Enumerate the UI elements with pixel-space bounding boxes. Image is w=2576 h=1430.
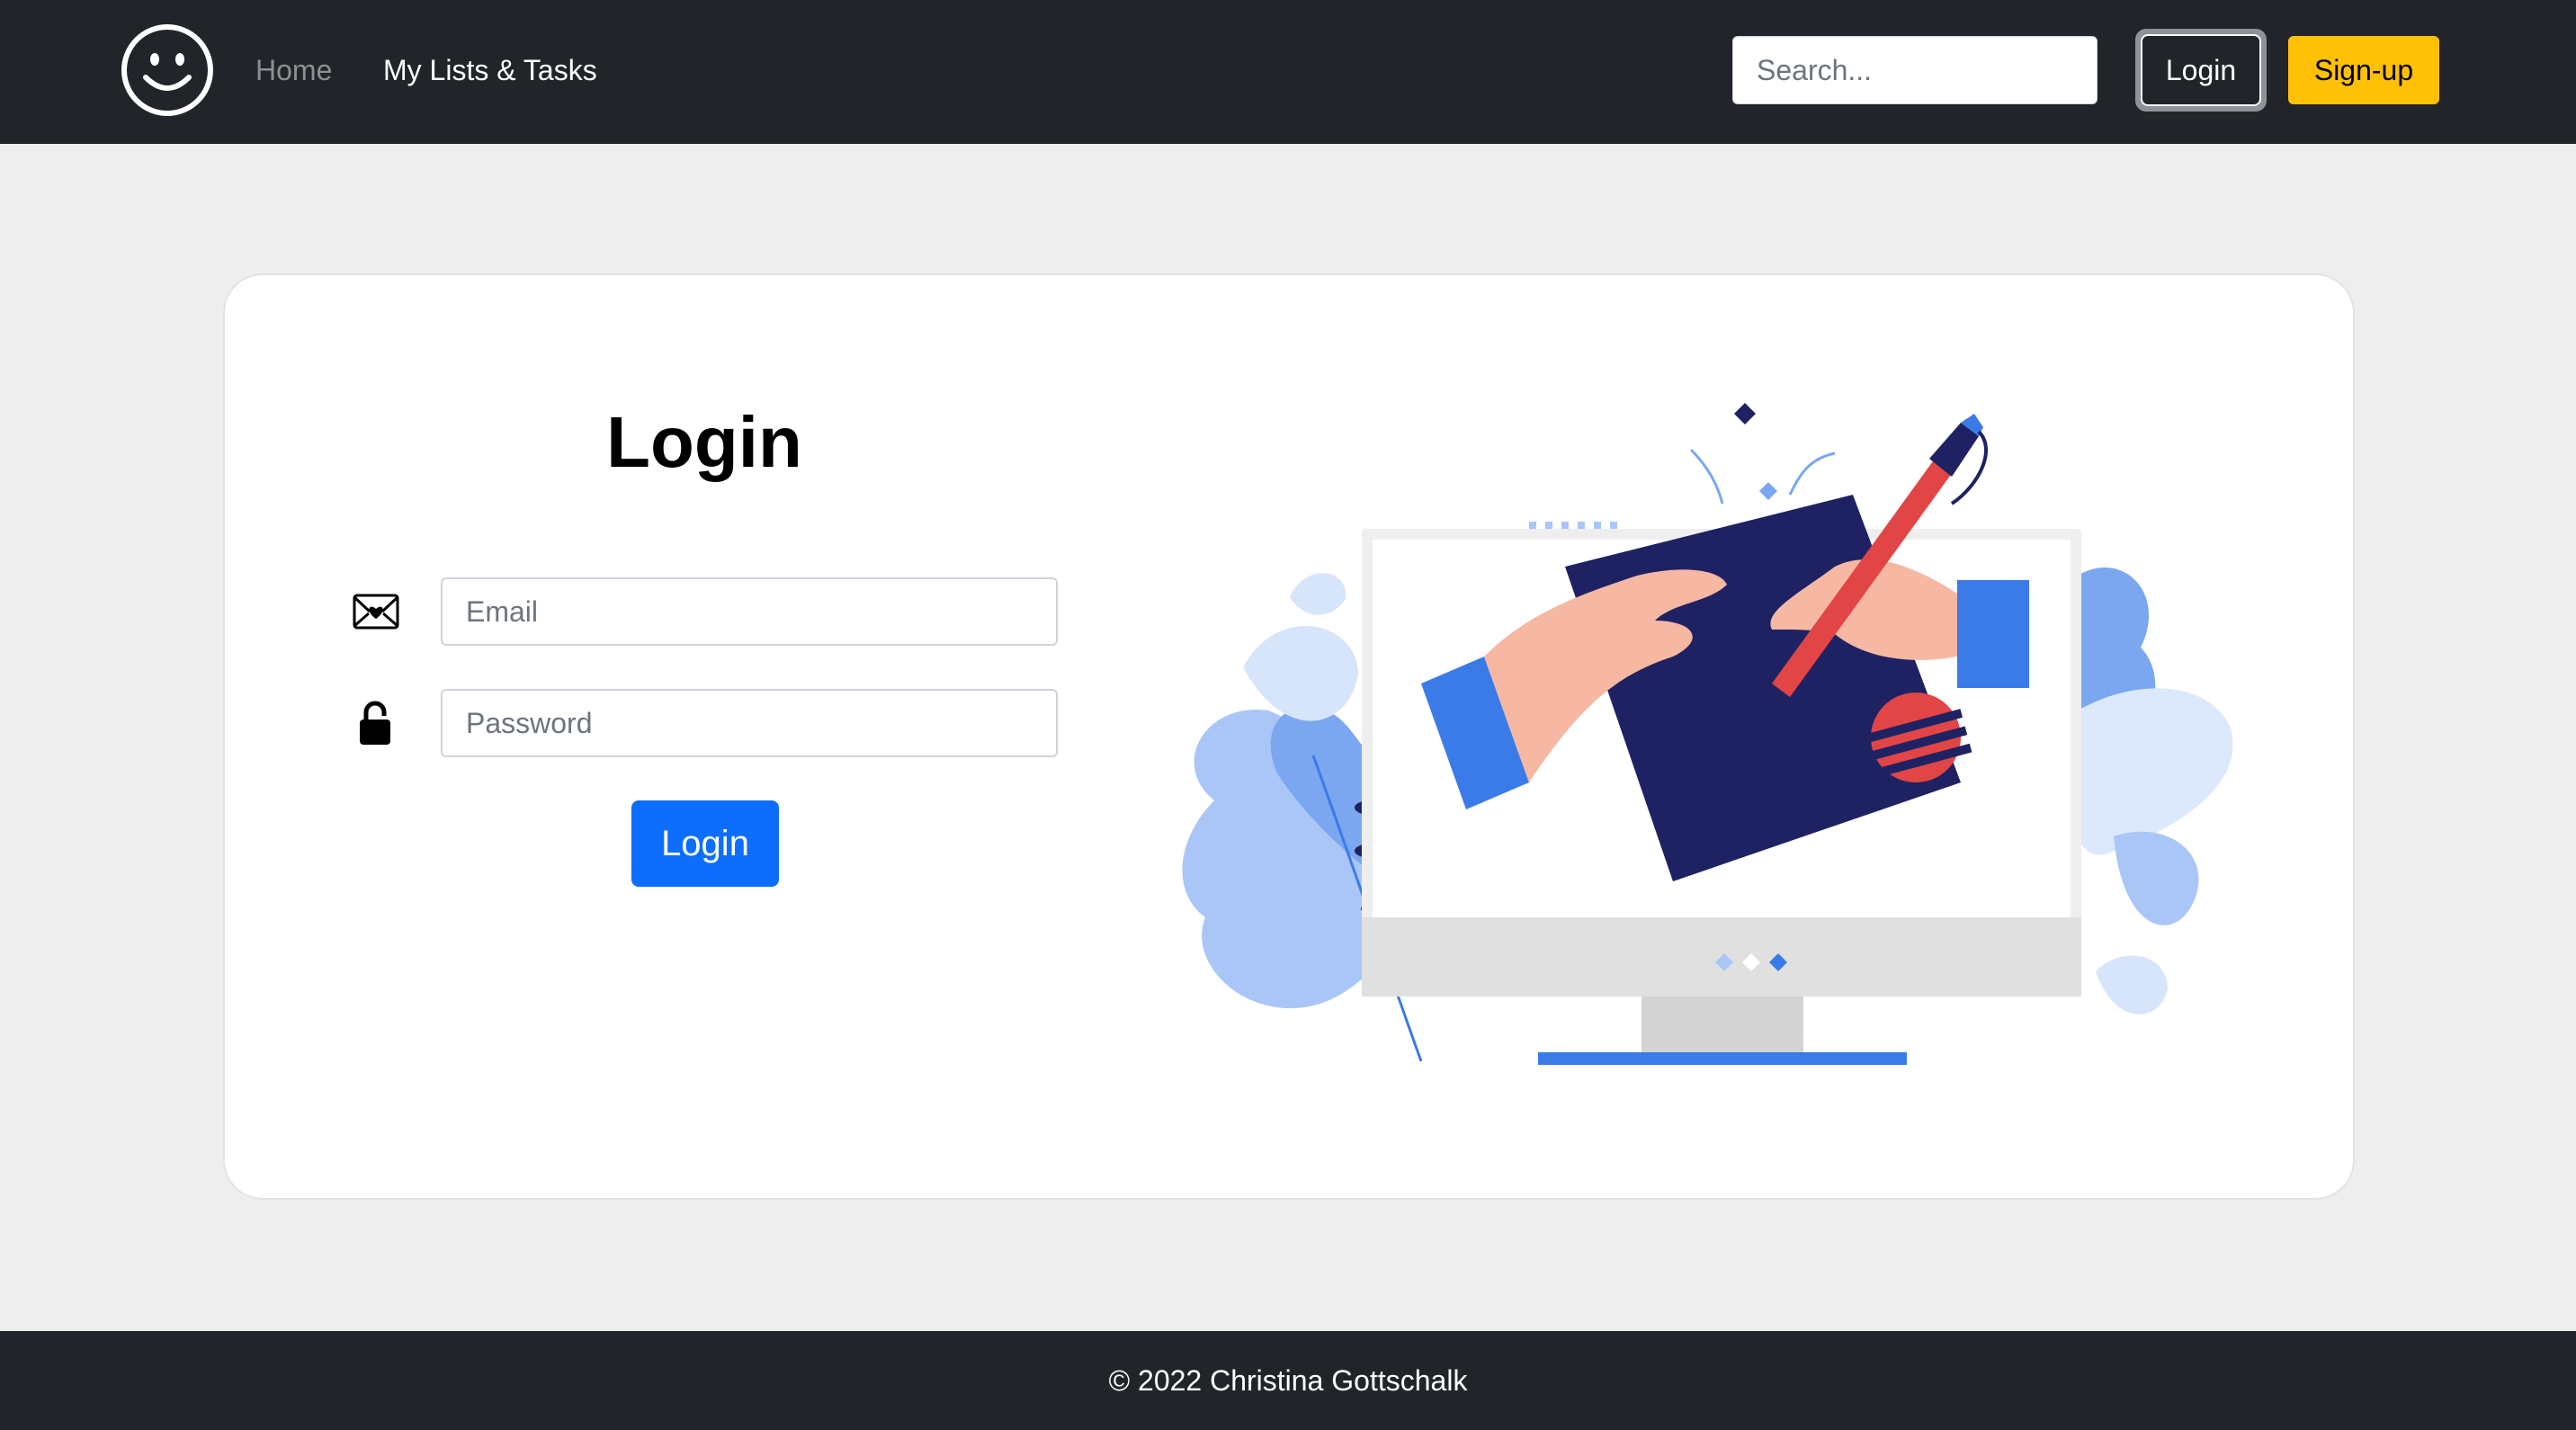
nav-link-home[interactable]: Home <box>255 50 332 90</box>
nav-login-button-label: Login <box>2141 34 2261 106</box>
envelope-heart-icon <box>353 594 399 630</box>
nav-login-button[interactable]: Login <box>2135 29 2267 112</box>
email-field[interactable] <box>441 577 1058 646</box>
smiley-face-icon[interactable] <box>121 23 214 117</box>
nav-signup-button[interactable]: Sign-up <box>2288 36 2439 104</box>
nav-link-my-lists-tasks[interactable]: My Lists & Tasks <box>383 50 597 90</box>
login-submit-button[interactable]: Login <box>631 800 779 887</box>
top-navbar: Home My Lists & Tasks Login Sign-up <box>0 0 2576 144</box>
password-field[interactable] <box>441 689 1058 757</box>
search-input[interactable] <box>1732 36 2097 104</box>
computer-signing-illustration <box>1182 403 2233 1065</box>
lock-icon <box>360 701 390 745</box>
footer-copyright: © 2022 Christina Gottschalk <box>1108 1363 1468 1397</box>
page-footer: © 2022 Christina Gottschalk <box>0 1331 2576 1430</box>
